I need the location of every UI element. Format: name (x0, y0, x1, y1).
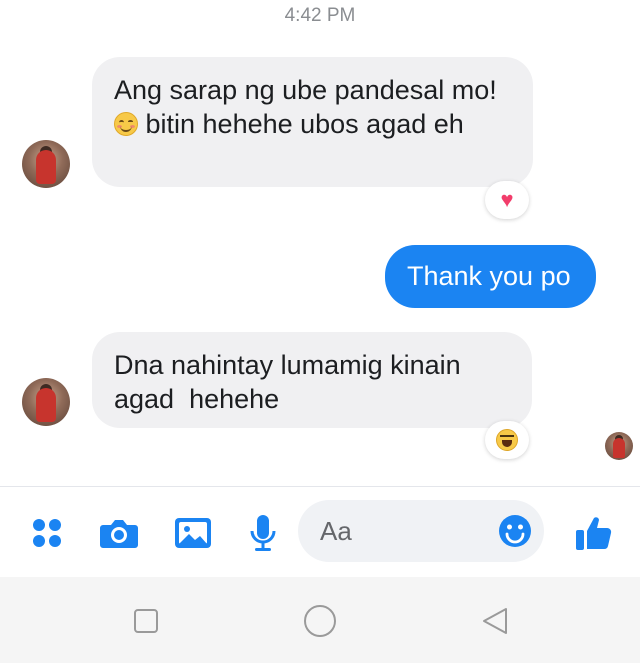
message-input-field[interactable] (298, 500, 544, 562)
outgoing-message-bubble[interactable]: Thank you po (385, 245, 596, 308)
contact-avatar[interactable] (22, 140, 70, 188)
message-input[interactable] (320, 512, 480, 550)
gallery-icon[interactable] (171, 511, 215, 555)
menu-dots-icon[interactable] (25, 511, 69, 555)
camera-icon[interactable] (97, 511, 141, 555)
recent-apps-icon[interactable] (128, 603, 164, 639)
smiling-face-icon (114, 112, 138, 136)
incoming-message-bubble[interactable]: Ang sarap ng ube pandesal mo! bitin hehe… (92, 57, 533, 187)
message-text: Thank you po (407, 261, 571, 291)
contact-avatar[interactable] (22, 378, 70, 426)
incoming-message-bubble[interactable]: Dna nahintay lumamig kinain agad hehehe (92, 332, 532, 428)
message-text: Dna nahintay lumamig kinain agad hehehe (114, 350, 469, 414)
heart-reaction[interactable]: ♥ (485, 181, 529, 219)
message-text: bitin hehehe ubos agad eh (138, 109, 464, 139)
message-timestamp: 4:42 PM (284, 5, 356, 26)
seen-avatar (605, 432, 633, 460)
microphone-icon[interactable] (241, 511, 285, 555)
home-icon[interactable] (302, 603, 338, 639)
heart-icon: ♥ (500, 187, 514, 212)
message-composer (0, 487, 640, 577)
emoji-icon[interactable] (498, 514, 532, 548)
system-navigation-bar (0, 577, 640, 663)
message-text: Ang sarap ng ube pandesal mo! (114, 75, 497, 105)
like-icon[interactable] (572, 511, 616, 555)
laugh-reaction[interactable] (485, 421, 529, 459)
back-icon[interactable] (477, 603, 513, 639)
laughing-face-icon (496, 429, 518, 451)
